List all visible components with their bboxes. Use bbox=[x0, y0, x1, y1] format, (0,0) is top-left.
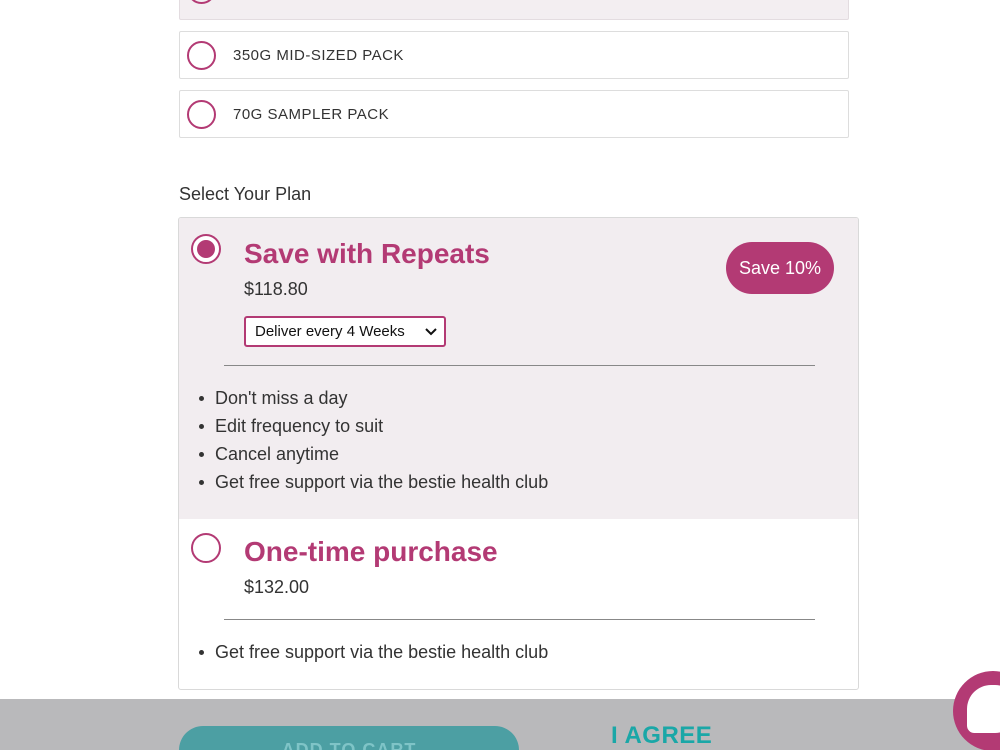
benefit-list: Don't miss a day Edit frequency to suit … bbox=[199, 384, 548, 496]
pack-radio[interactable] bbox=[187, 0, 216, 4]
pack-option-top[interactable] bbox=[179, 0, 849, 20]
divider bbox=[224, 365, 815, 366]
plan-radio-repeat[interactable] bbox=[191, 234, 221, 264]
benefit-item: Cancel anytime bbox=[199, 440, 548, 468]
frequency-select-value: Deliver every 4 Weeks bbox=[255, 323, 405, 340]
benefit-item: Get free support via the bestie health c… bbox=[199, 468, 548, 496]
pack-option-350g[interactable]: 350G MID-SIZED PACK bbox=[179, 31, 849, 79]
plan-price: $132.00 bbox=[244, 577, 310, 597]
pack-radio[interactable] bbox=[187, 40, 216, 70]
plan-radio-one-time[interactable] bbox=[191, 533, 221, 563]
chat-bubble-icon bbox=[967, 685, 1000, 733]
pack-label: 70G SAMPLER PACK bbox=[233, 105, 390, 123]
pack-option-70g[interactable]: 70G SAMPLER PACK bbox=[179, 90, 849, 138]
plan-section-title: Select Your Plan bbox=[179, 184, 312, 204]
divider bbox=[224, 619, 815, 620]
plan-title: Save with Repeats bbox=[244, 238, 490, 269]
benefit-item: Edit frequency to suit bbox=[199, 412, 548, 440]
chevron-down-icon bbox=[425, 328, 437, 336]
pack-radio[interactable] bbox=[187, 99, 216, 129]
benefit-item: Don't miss a day bbox=[199, 384, 548, 412]
i-agree-button[interactable]: I AGREE bbox=[611, 722, 712, 750]
save-badge: Save 10% bbox=[726, 242, 834, 294]
pack-label: 350G MID-SIZED PACK bbox=[233, 46, 404, 64]
benefit-list: Get free support via the bestie health c… bbox=[199, 638, 548, 666]
plan-title: One-time purchase bbox=[244, 536, 498, 567]
benefit-item: Get free support via the bestie health c… bbox=[199, 638, 548, 666]
plan-selector: Save with Repeats $118.80 Save 10% Deliv… bbox=[178, 217, 859, 690]
plan-price: $118.80 bbox=[244, 279, 308, 299]
frequency-select[interactable]: Deliver every 4 Weeks bbox=[244, 316, 446, 347]
add-to-cart-button[interactable]: ADD TO CART bbox=[179, 726, 519, 750]
plan-option-repeat[interactable]: Save with Repeats $118.80 Save 10% Deliv… bbox=[179, 218, 858, 519]
